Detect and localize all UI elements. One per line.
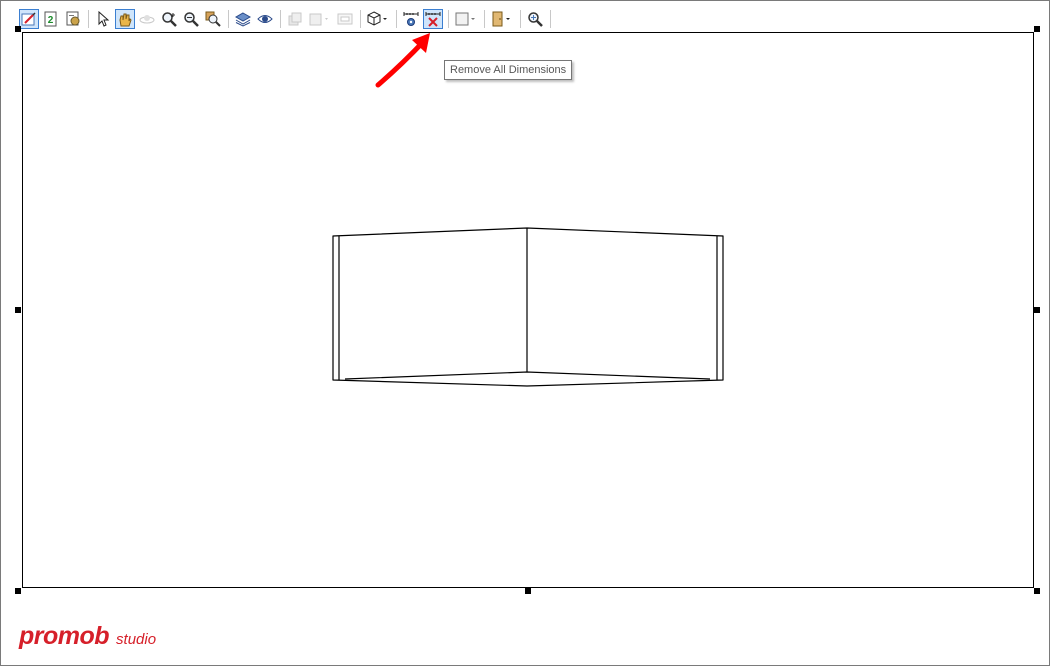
promob-logo: promob studio <box>19 622 156 651</box>
logo-suffix: studio <box>116 631 157 648</box>
cabinet-bottom-edge <box>344 371 711 380</box>
annotation-arrow <box>375 33 430 88</box>
cabinet-drawing <box>332 227 724 387</box>
cabinet-outline <box>332 227 724 387</box>
logo-brand: promob <box>19 622 110 650</box>
